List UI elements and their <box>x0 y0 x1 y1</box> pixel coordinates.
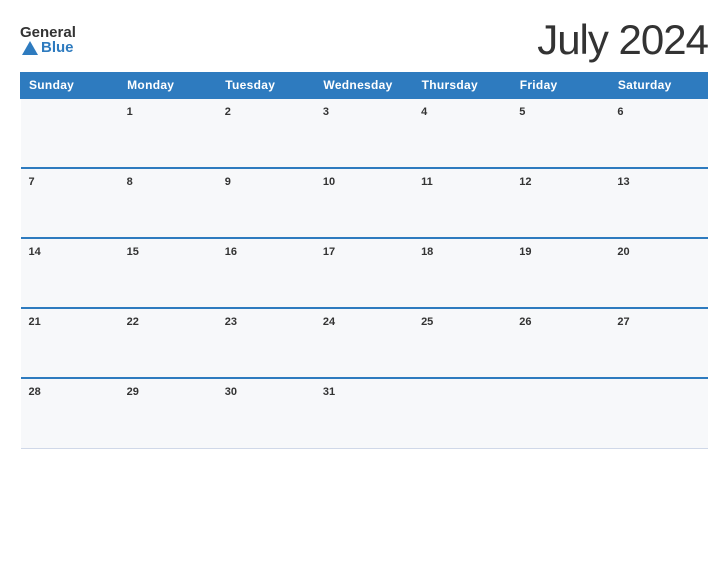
day-cell <box>511 378 609 448</box>
day-cell: 27 <box>609 308 707 378</box>
week-row-1: 1 2 3 4 5 6 <box>21 98 708 168</box>
logo-blue-text: Blue <box>41 40 74 55</box>
logo-triangle-icon <box>22 41 38 55</box>
day-cell: 2 <box>217 98 315 168</box>
col-thursday: Thursday <box>413 73 511 99</box>
week-row-2: 7 8 9 10 11 12 13 <box>21 168 708 238</box>
day-cell: 14 <box>21 238 119 308</box>
day-cell: 6 <box>609 98 707 168</box>
col-sunday: Sunday <box>21 73 119 99</box>
day-cell: 20 <box>609 238 707 308</box>
day-cell: 11 <box>413 168 511 238</box>
day-cell: 24 <box>315 308 413 378</box>
day-cell: 17 <box>315 238 413 308</box>
header: General Blue July 2024 <box>20 16 708 64</box>
day-cell <box>609 378 707 448</box>
logo: General Blue <box>20 25 76 55</box>
day-cell: 15 <box>119 238 217 308</box>
logo-general-text: General <box>20 25 76 40</box>
day-cell: 25 <box>413 308 511 378</box>
day-cell: 13 <box>609 168 707 238</box>
day-cell: 12 <box>511 168 609 238</box>
day-cell <box>413 378 511 448</box>
day-cell: 5 <box>511 98 609 168</box>
day-cell: 19 <box>511 238 609 308</box>
col-monday: Monday <box>119 73 217 99</box>
day-cell: 22 <box>119 308 217 378</box>
col-wednesday: Wednesday <box>315 73 413 99</box>
day-cell: 9 <box>217 168 315 238</box>
day-cell: 31 <box>315 378 413 448</box>
week-row-3: 14 15 16 17 18 19 20 <box>21 238 708 308</box>
day-cell: 18 <box>413 238 511 308</box>
day-cell: 23 <box>217 308 315 378</box>
day-cell: 7 <box>21 168 119 238</box>
day-cell <box>21 98 119 168</box>
calendar-page: General Blue July 2024 Sunday Monday Tue… <box>0 0 728 563</box>
day-cell: 28 <box>21 378 119 448</box>
day-cell: 26 <box>511 308 609 378</box>
day-cell: 21 <box>21 308 119 378</box>
calendar-header: Sunday Monday Tuesday Wednesday Thursday… <box>21 73 708 99</box>
week-row-5: 28 29 30 31 <box>21 378 708 448</box>
day-cell: 3 <box>315 98 413 168</box>
day-cell: 1 <box>119 98 217 168</box>
col-tuesday: Tuesday <box>217 73 315 99</box>
day-cell: 16 <box>217 238 315 308</box>
col-saturday: Saturday <box>609 73 707 99</box>
day-cell: 29 <box>119 378 217 448</box>
day-cell: 4 <box>413 98 511 168</box>
days-of-week-row: Sunday Monday Tuesday Wednesday Thursday… <box>21 73 708 99</box>
calendar-table: Sunday Monday Tuesday Wednesday Thursday… <box>20 72 708 449</box>
col-friday: Friday <box>511 73 609 99</box>
week-row-4: 21 22 23 24 25 26 27 <box>21 308 708 378</box>
month-title: July 2024 <box>537 16 708 64</box>
calendar-body: 1 2 3 4 5 6 7 8 9 10 11 12 13 14 15 16 1… <box>21 98 708 448</box>
day-cell: 30 <box>217 378 315 448</box>
day-cell: 8 <box>119 168 217 238</box>
day-cell: 10 <box>315 168 413 238</box>
